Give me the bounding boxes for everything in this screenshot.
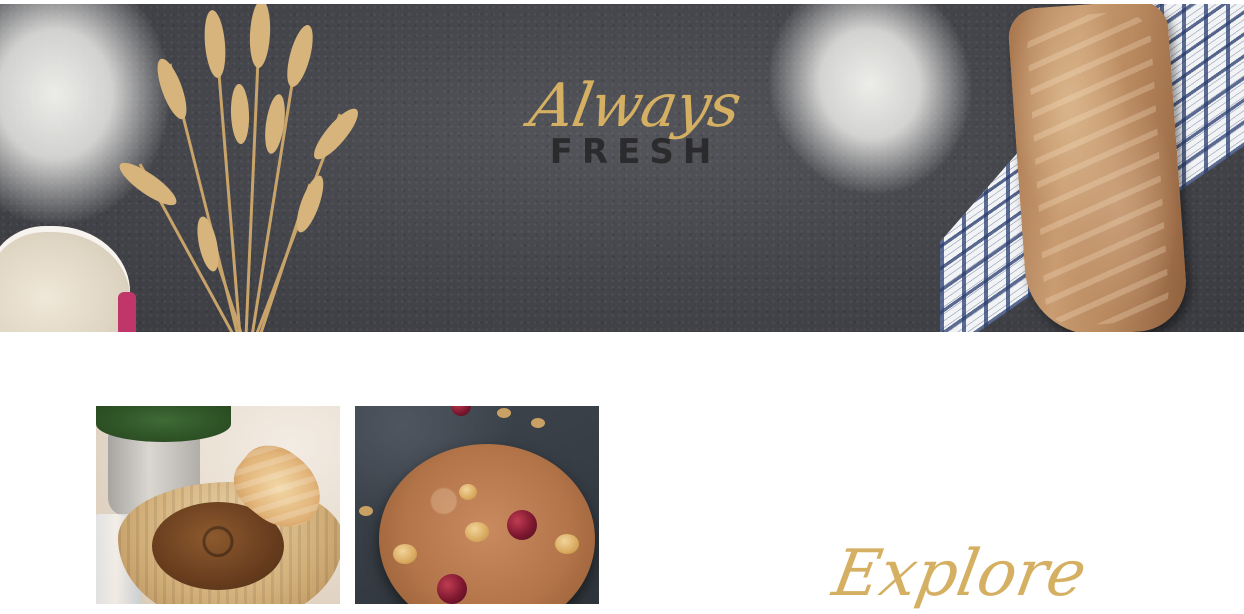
nut	[555, 534, 579, 554]
hero-script-title: Always	[524, 71, 746, 141]
cranberry	[437, 574, 467, 604]
wheat-bundle-image	[119, 4, 358, 332]
cookie-photo[interactable]	[355, 406, 599, 604]
bagel-basket-photo[interactable]	[96, 406, 340, 604]
crumb	[531, 418, 545, 428]
cookie	[379, 444, 595, 604]
crumb	[359, 506, 373, 516]
explore-heading: Explore	[827, 537, 1092, 611]
nut	[393, 544, 417, 564]
cranberry	[451, 406, 471, 416]
cranberry	[507, 510, 537, 540]
plant-leaves	[96, 406, 231, 442]
hero-banner: Always FRESH	[0, 4, 1244, 332]
nut	[465, 522, 489, 542]
baguette-image	[1006, 4, 1190, 332]
nut	[459, 484, 477, 500]
crumb	[497, 408, 511, 418]
hero-heading: Always FRESH	[525, 71, 746, 172]
